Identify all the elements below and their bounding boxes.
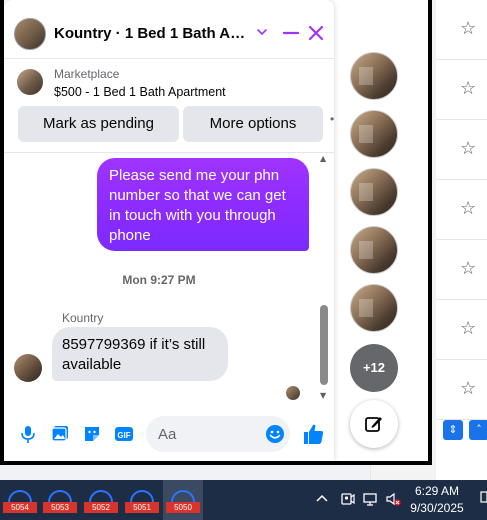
marketplace-listing[interactable]: Marketplace $500 - 1 Bed 1 Bath Apartmen… — [4, 58, 334, 102]
list-row[interactable]: ☆ — [436, 120, 487, 180]
chat-title[interactable]: Kountry · 1 Bed 1 Bath Apa... — [54, 25, 250, 42]
close-icon[interactable] — [306, 23, 326, 43]
volume-muted-icon[interactable] — [385, 491, 401, 507]
overflow-dot: • — [330, 112, 335, 126]
mark-as-pending-button[interactable]: Mark as pending — [18, 106, 179, 142]
notification-icon[interactable] — [480, 488, 487, 508]
list-row[interactable]: ☆ — [436, 60, 487, 120]
taskbar-app[interactable]: 5052 — [81, 480, 121, 520]
list-row[interactable]: ☆ — [436, 0, 487, 60]
sender-avatar[interactable] — [14, 354, 42, 382]
clock-date[interactable]: 9/30/2025 — [402, 501, 472, 515]
star-icon[interactable]: ☆ — [460, 80, 478, 98]
listing-title: $500 - 1 Bed 1 Bath Apartment — [54, 85, 226, 99]
gif-icon[interactable]: GIF — [114, 424, 134, 444]
new-message-button[interactable] — [350, 400, 398, 448]
more-chats-button[interactable]: +12 — [350, 344, 398, 392]
scrollbar[interactable]: ▲ ▼ — [318, 154, 330, 400]
message-timestamp: Mon 9:27 PM — [122, 273, 196, 287]
taskbar-app[interactable]: 5050 — [163, 480, 203, 520]
chevron-up-icon[interactable]: ˄ — [469, 420, 487, 440]
app-label: 5054 — [3, 502, 37, 513]
listing-thumbnail — [17, 69, 43, 95]
thumbs-up-icon[interactable] — [302, 422, 326, 446]
taskbar-app[interactable]: 5054 — [0, 480, 40, 520]
message-composer: GIF — [4, 404, 334, 461]
marketplace-label: Marketplace — [54, 67, 120, 81]
photo-icon[interactable] — [50, 424, 70, 444]
chat-header[interactable]: Kountry · 1 Bed 1 Bath Apa... — [4, 8, 334, 58]
microphone-icon[interactable] — [18, 424, 38, 444]
message-list[interactable]: Please send me your phn number so that w… — [4, 152, 334, 404]
taskbar-app[interactable]: 5053 — [40, 480, 80, 520]
list-row[interactable]: ☆ — [436, 360, 487, 420]
chevron-down-icon[interactable] — [255, 25, 269, 39]
star-icon[interactable]: ☆ — [460, 320, 478, 338]
sender-name: Kountry — [62, 311, 104, 325]
star-icon[interactable]: ☆ — [460, 260, 478, 278]
scrollbar-thumb[interactable] — [320, 305, 328, 385]
list-row[interactable]: ☆ — [436, 180, 487, 240]
expand-icon[interactable]: ⇕ — [443, 420, 463, 440]
show-hidden-icons-icon[interactable] — [314, 491, 330, 507]
chat-head[interactable] — [350, 52, 398, 100]
chat-head[interactable] — [350, 284, 398, 332]
scroll-down-arrow[interactable]: ▼ — [320, 391, 326, 400]
app-label: 5053 — [43, 502, 77, 513]
sticker-icon[interactable] — [82, 424, 102, 444]
app-label: 5050 — [166, 502, 200, 513]
taskbar-app[interactable]: 5051 — [122, 480, 162, 520]
meet-now-icon[interactable] — [339, 491, 355, 507]
minimize-icon[interactable] — [281, 23, 301, 43]
compose-icon — [365, 417, 382, 432]
chat-head[interactable] — [350, 168, 398, 216]
background-list: ☆ ☆ ☆ ☆ ☆ ☆ ☆ ⇕ ˄ — [436, 0, 487, 480]
star-icon[interactable]: ☆ — [460, 200, 478, 218]
list-row[interactable]: ☆ — [436, 240, 487, 300]
contact-avatar[interactable] — [14, 18, 46, 50]
emoji-icon[interactable] — [265, 424, 285, 444]
network-icon[interactable] — [362, 491, 378, 507]
app-label: 5052 — [84, 502, 118, 513]
chat-head[interactable] — [350, 226, 398, 274]
svg-text:GIF: GIF — [117, 431, 130, 440]
seen-indicator-avatar — [286, 386, 300, 400]
star-icon[interactable]: ☆ — [460, 380, 478, 398]
clock-time[interactable]: 6:29 AM — [402, 484, 472, 498]
chat-head[interactable] — [350, 110, 398, 158]
list-row[interactable]: ☆ — [436, 300, 487, 360]
outgoing-message: Please send me your phn number so that w… — [97, 158, 309, 251]
more-options-button[interactable]: More options — [183, 106, 323, 142]
scroll-up-arrow[interactable]: ▲ — [320, 154, 326, 163]
incoming-message: 8597799369 if it’s still available — [52, 327, 228, 381]
app-label: 5051 — [125, 502, 159, 513]
star-icon[interactable]: ☆ — [460, 20, 478, 38]
star-icon[interactable]: ☆ — [460, 140, 478, 158]
chat-window: Kountry · 1 Bed 1 Bath Apa... Marketplac… — [4, 0, 334, 461]
